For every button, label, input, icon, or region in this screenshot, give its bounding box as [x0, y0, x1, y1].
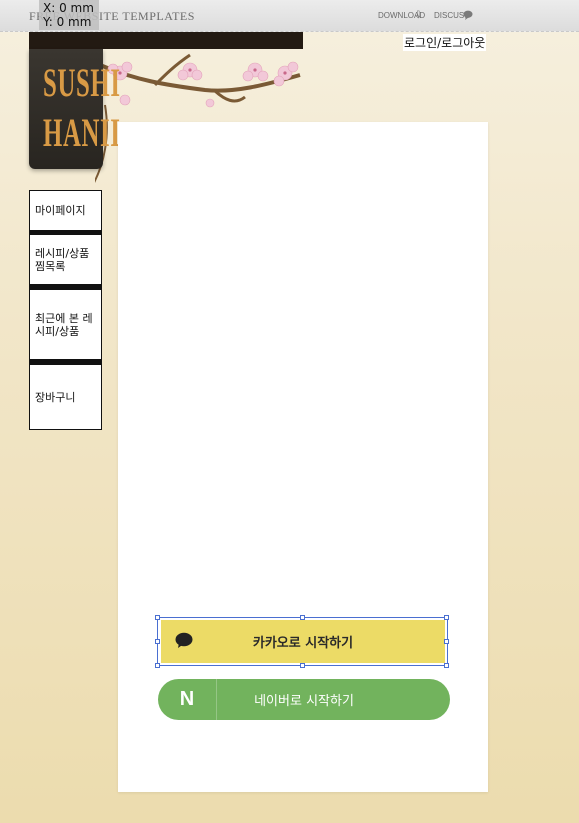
naver-login-label: 네이버로 시작하기 — [254, 694, 354, 709]
menu-item-wishlist[interactable]: 레시피/상품 찜목록 — [29, 234, 102, 285]
kakao-speech-bubble-icon — [175, 632, 193, 653]
coordinate-x: X: 0 mm — [43, 1, 94, 15]
menu-item-label: 최근에 본 레시피/상품 — [35, 311, 93, 338]
logo-text-line2: HANII — [43, 110, 121, 155]
download-arrow-icon: ⇩ — [414, 10, 423, 21]
kakao-login-label: 카카오로 시작하기 — [252, 636, 354, 651]
sushi-hanii-logo[interactable]: SUSHI HANII — [29, 49, 121, 169]
login-logout-link[interactable]: 로그인/로그아웃 — [403, 34, 487, 51]
logo-text-line1: SUSHI — [43, 60, 121, 105]
coordinate-y: Y: 0 mm — [43, 15, 92, 29]
menu-item-label: 마이페이지 — [35, 204, 86, 217]
menu-item-recently-viewed[interactable]: 최근에 본 레시피/상품 — [29, 289, 102, 360]
kakao-login-button[interactable]: 카카오로 시작하기 — [161, 620, 445, 663]
menu-item-label: 장바구니 — [35, 390, 76, 404]
speech-bubble-icon — [463, 10, 473, 23]
coordinate-readout: X: 0 mm Y: 0 mm — [39, 0, 99, 30]
menu-item-label: 레시피/상품 찜목록 — [35, 246, 90, 273]
naver-n-logo-icon: N — [158, 679, 217, 720]
menu-item-mypage[interactable]: 마이페이지 — [29, 190, 102, 231]
menu-item-cart[interactable]: 장바구니 — [29, 364, 102, 430]
naver-login-button[interactable]: N 네이버로 시작하기 — [158, 679, 450, 720]
